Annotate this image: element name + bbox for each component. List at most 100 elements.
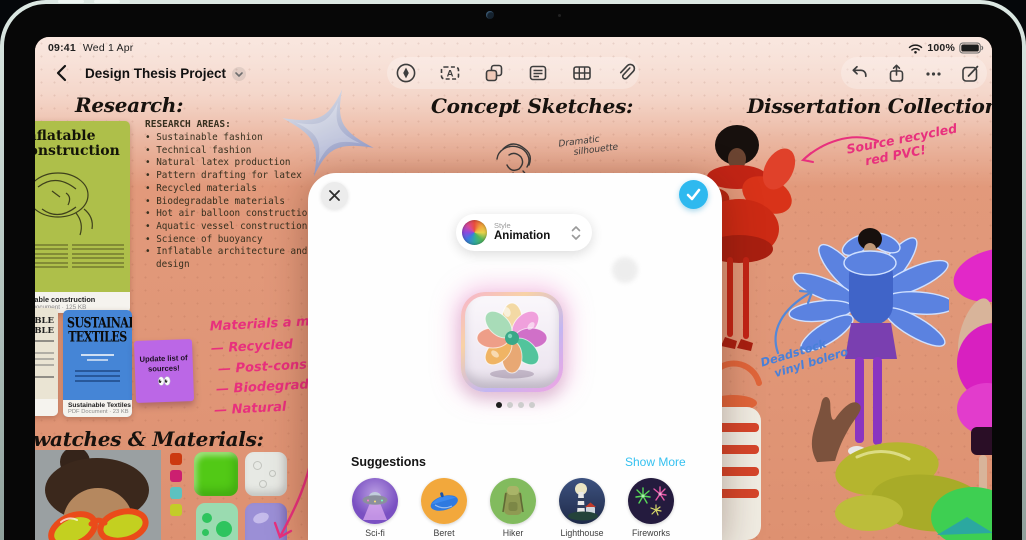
color-swatch-red[interactable]	[170, 453, 182, 465]
model-photo[interactable]	[35, 450, 161, 540]
inflatable-sketch-drawing	[35, 165, 104, 239]
suggestion-fireworks[interactable]: Fireworks	[619, 478, 683, 538]
freeform-toolbar: A	[391, 58, 641, 88]
undo-button[interactable]	[844, 58, 874, 88]
paperclip-icon	[615, 62, 637, 84]
front-camera	[486, 11, 494, 19]
freeform-app-screen: Research: Concept Sketches: Dissertation…	[35, 37, 992, 540]
sticky-note-text: Update list of sources!	[134, 353, 193, 374]
shapes-icon	[483, 62, 505, 84]
color-swatch-teal[interactable]	[170, 487, 182, 499]
sticky-note-update-sources[interactable]: Update list of sources! 👀	[134, 339, 194, 403]
close-button[interactable]	[321, 182, 348, 209]
clock: 09:41	[48, 42, 76, 54]
material-tile-bubbles[interactable]	[196, 503, 238, 540]
document-body-text-col2	[72, 241, 124, 271]
board-title-menu[interactable]: Design Thesis Project	[85, 66, 246, 81]
suggestion-label: Hiker	[503, 528, 524, 538]
shapes-tool-button[interactable]	[479, 58, 509, 88]
attachment-caption: Sustainable Textiles PDF Document · 23 K…	[63, 400, 132, 417]
document-page-title: BLE ABLE	[35, 316, 54, 336]
canvas-header-research[interactable]: Research:	[75, 93, 183, 117]
eyes-emoji: 👀	[157, 375, 171, 388]
page-dot[interactable]	[518, 402, 524, 408]
suggestions-row: Sci-fi Beret	[343, 478, 683, 538]
canvas-header-swatches[interactable]: Swatches & Materials:	[35, 427, 264, 451]
generated-flower-image	[465, 296, 559, 388]
style-value: Animation	[494, 230, 570, 243]
share-icon	[886, 63, 907, 84]
carousel-page-dots[interactable]	[496, 402, 535, 408]
status-bar-right: 100%	[908, 42, 984, 54]
ipad-device: Research: Concept Sketches: Dissertation…	[0, 0, 1026, 540]
generated-image-card[interactable]	[461, 292, 563, 392]
undo-icon	[849, 63, 870, 84]
document-sustainable-textiles[interactable]: SUSTAINABLE TEXTILES Sustainable Textile…	[63, 310, 132, 417]
more-button[interactable]	[918, 58, 948, 88]
research-area-item: • Biodegradable materials	[145, 196, 328, 209]
board-title: Design Thesis Project	[85, 66, 226, 81]
file-name: Sustainable Textiles	[68, 402, 127, 409]
note-source-recycled[interactable]: Source recycled red PVC!	[845, 121, 961, 172]
research-area-item: • Recycled materials	[145, 183, 328, 196]
suggestion-hiker[interactable]: Hiker	[481, 478, 545, 538]
chevron-up-down-icon	[570, 225, 582, 241]
color-swatch-yellow-green[interactable]	[170, 504, 182, 516]
attachment-tool-button[interactable]	[611, 58, 641, 88]
chevron-left-icon	[56, 64, 67, 82]
textbox-icon: A	[439, 62, 461, 84]
suggestions-heading: Suggestions	[351, 455, 426, 469]
suggestion-beret[interactable]: Beret	[412, 478, 476, 538]
confirm-button[interactable]	[679, 180, 708, 209]
sensor-dot	[558, 14, 561, 17]
file-name: inable	[35, 401, 54, 408]
checkmark-icon	[686, 188, 701, 201]
suggestion-sci-fi[interactable]: Sci-fi	[343, 478, 407, 538]
research-area-item: • Inflatable architecture and design	[145, 246, 328, 271]
document-page-title: Inflatable construction	[35, 121, 130, 159]
draw-tool-button[interactable]	[391, 58, 421, 88]
close-icon	[329, 190, 340, 201]
color-swatch-magenta[interactable]	[170, 470, 182, 482]
new-board-button[interactable]	[955, 58, 985, 88]
file-meta: KB	[35, 408, 54, 414]
compose-icon	[960, 63, 981, 84]
page-dot[interactable]	[529, 402, 535, 408]
volume-up-button	[58, 0, 84, 3]
page-dot[interactable]	[507, 402, 513, 408]
suggestion-lighthouse[interactable]: Lighthouse	[550, 478, 614, 538]
beret-icon	[421, 478, 467, 524]
research-area-item: • Aquatic vessel construction	[145, 221, 328, 234]
share-button[interactable]	[881, 58, 911, 88]
textbox-tool-button[interactable]: A	[435, 58, 465, 88]
image-playground-modal: Style Animation	[308, 173, 722, 540]
research-area-item: • Hot air balloon construction	[145, 208, 328, 221]
suggestion-label: Beret	[433, 528, 454, 538]
document-page-title: SUSTAINABLE TEXTILES	[63, 310, 132, 344]
status-bar-left: 09:41Wed 1 Apr	[48, 42, 134, 54]
table-tool-button[interactable]	[567, 58, 597, 88]
suggestion-label: Fireworks	[632, 528, 670, 538]
show-more-link[interactable]: Show More	[625, 455, 686, 469]
back-button[interactable]	[46, 58, 76, 88]
note-dramatic-silhouette[interactable]: Dramatic silhouette	[558, 132, 619, 159]
ellipsis-icon	[923, 63, 944, 84]
style-label: Style	[494, 222, 570, 230]
canvas-header-concept-sketches[interactable]: Concept Sketches:	[431, 94, 633, 118]
material-tile-green[interactable]	[194, 452, 238, 496]
document-inflatable-construction[interactable]: Inflatable construction Inflatable const…	[35, 121, 130, 313]
suggestion-label: Sci-fi	[365, 528, 385, 538]
wifi-icon	[908, 43, 923, 54]
document-body-text-col1	[35, 241, 68, 271]
svg-text:A: A	[447, 69, 454, 80]
note-tool-button[interactable]	[523, 58, 553, 88]
star-sparkle-3d-shape[interactable]	[278, 87, 378, 179]
fireworks-icon	[628, 478, 674, 524]
document-zine[interactable]: BLE ABLE inable KB	[35, 308, 58, 416]
style-palette-icon	[462, 220, 487, 245]
style-picker[interactable]: Style Animation	[456, 214, 592, 251]
battery-icon	[959, 42, 984, 54]
green-inflatable-image[interactable]	[817, 417, 992, 540]
shimmer-blob	[612, 257, 638, 283]
page-dot-active[interactable]	[496, 402, 502, 408]
